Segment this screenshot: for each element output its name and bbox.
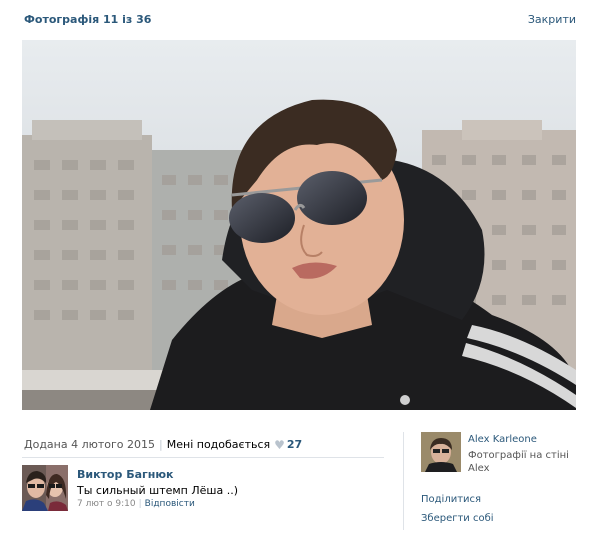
photo-meta: Додана 4 лютого 2015 | Мені подобається ♥ 27 [24, 438, 302, 452]
save-to-my-photos-link[interactable]: Зберегти собі [421, 513, 494, 524]
separator: | [138, 499, 142, 509]
photo-counter-title: Фотографія 11 із 36 [24, 13, 152, 26]
album-owner-name[interactable]: Alex [468, 462, 583, 475]
meta-divider [22, 457, 384, 458]
like-button[interactable]: Мені подобається [167, 438, 270, 451]
owner-name[interactable]: Alex Karleone [468, 434, 537, 445]
comment-author-avatar[interactable] [22, 465, 68, 511]
comment-timestamp[interactable]: 7 лют о 9:10 [77, 499, 136, 509]
like-count: 27 [286, 438, 303, 451]
comment-footer: 7 лют о 9:10 | Відповісти [77, 499, 195, 509]
sidebar-divider [403, 432, 404, 530]
main-photo[interactable] [22, 40, 576, 410]
close-link[interactable]: Закрити [528, 13, 576, 26]
owner-album-location: Фотографії на стіні Alex [468, 449, 583, 475]
owner-avatar[interactable] [421, 432, 461, 472]
photo-image [22, 40, 576, 410]
comment-item: Виктор Багнюк Ты сильный штемп Лёша ..) … [22, 465, 384, 515]
reply-link[interactable]: Відповісти [145, 499, 195, 509]
separator: | [159, 438, 163, 451]
comment-author-name[interactable]: Виктор Багнюк [77, 468, 174, 481]
comment-text: Ты сильный штемп Лёша ..) [77, 484, 238, 497]
share-link[interactable]: Поділитися [421, 494, 494, 505]
photo-viewer-header: Фотографія 11 із 36 Закрити [0, 0, 600, 40]
album-link[interactable]: Фотографії на стіні [468, 449, 583, 462]
photo-actions: Поділитися Зберегти собі [421, 494, 494, 532]
photo-added-date: Додана 4 лютого 2015 [24, 438, 156, 451]
heart-icon[interactable]: ♥ [274, 438, 285, 452]
